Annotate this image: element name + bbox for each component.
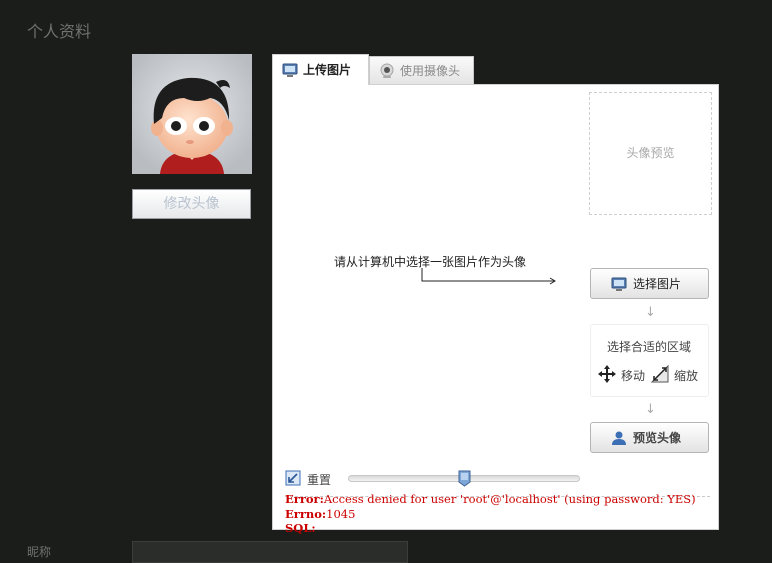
nickname-label: 昵称: [27, 545, 52, 559]
errno-label: Errno:: [285, 507, 327, 521]
tab-use-camera[interactable]: 使用摄像头: [369, 56, 474, 85]
nickname-input[interactable]: [132, 541, 408, 563]
error-message: Access denied for user 'root'@'localhost…: [323, 492, 696, 506]
reset-button[interactable]: 重置: [307, 471, 331, 488]
change-avatar-button[interactable]: 修改头像: [132, 189, 251, 219]
monitor-icon: [611, 277, 627, 291]
select-image-label: 选择图片: [633, 277, 682, 291]
step-arrow-1: ↓: [645, 305, 656, 320]
region-instructions-box: [590, 324, 709, 397]
move-label: 移动: [621, 369, 646, 383]
preview-avatar-button[interactable]: 预览头像: [590, 422, 709, 453]
preview-avatar-label: 预览头像: [633, 431, 682, 445]
avatar-cartoon-image: [132, 54, 252, 174]
error-line: Error:Access denied for user 'root'@'loc…: [285, 492, 696, 506]
zoom-slider-thumb[interactable]: [458, 470, 471, 487]
tab-camera-label: 使用摄像头: [400, 64, 461, 78]
region-title: 选择合适的区域: [607, 340, 692, 354]
error-label: Error:: [285, 492, 324, 506]
monitor-icon: [282, 63, 298, 77]
reset-icon[interactable]: [285, 470, 301, 486]
page-title: 个人资料: [27, 22, 92, 41]
user-icon: [612, 431, 626, 445]
select-image-button[interactable]: 选择图片: [590, 268, 709, 299]
avatar-preview-area: 头像预览: [589, 92, 712, 215]
pointer-arrow-icon: [421, 268, 556, 285]
sql-label: SQL:: [285, 521, 316, 535]
tab-upload-image[interactable]: 上传图片: [272, 54, 369, 85]
tab-upload-label: 上传图片: [303, 63, 352, 77]
errno-line: Errno:1045: [285, 507, 355, 521]
step-arrow-2: ↓: [645, 402, 656, 417]
errno-value: 1045: [326, 507, 356, 521]
webcam-icon: [380, 63, 394, 78]
avatar: [132, 54, 252, 174]
sql-line: SQL:: [285, 521, 316, 535]
zoom-label: 缩放: [674, 369, 699, 383]
resize-icon: [650, 364, 669, 383]
move-icon: [598, 365, 616, 383]
